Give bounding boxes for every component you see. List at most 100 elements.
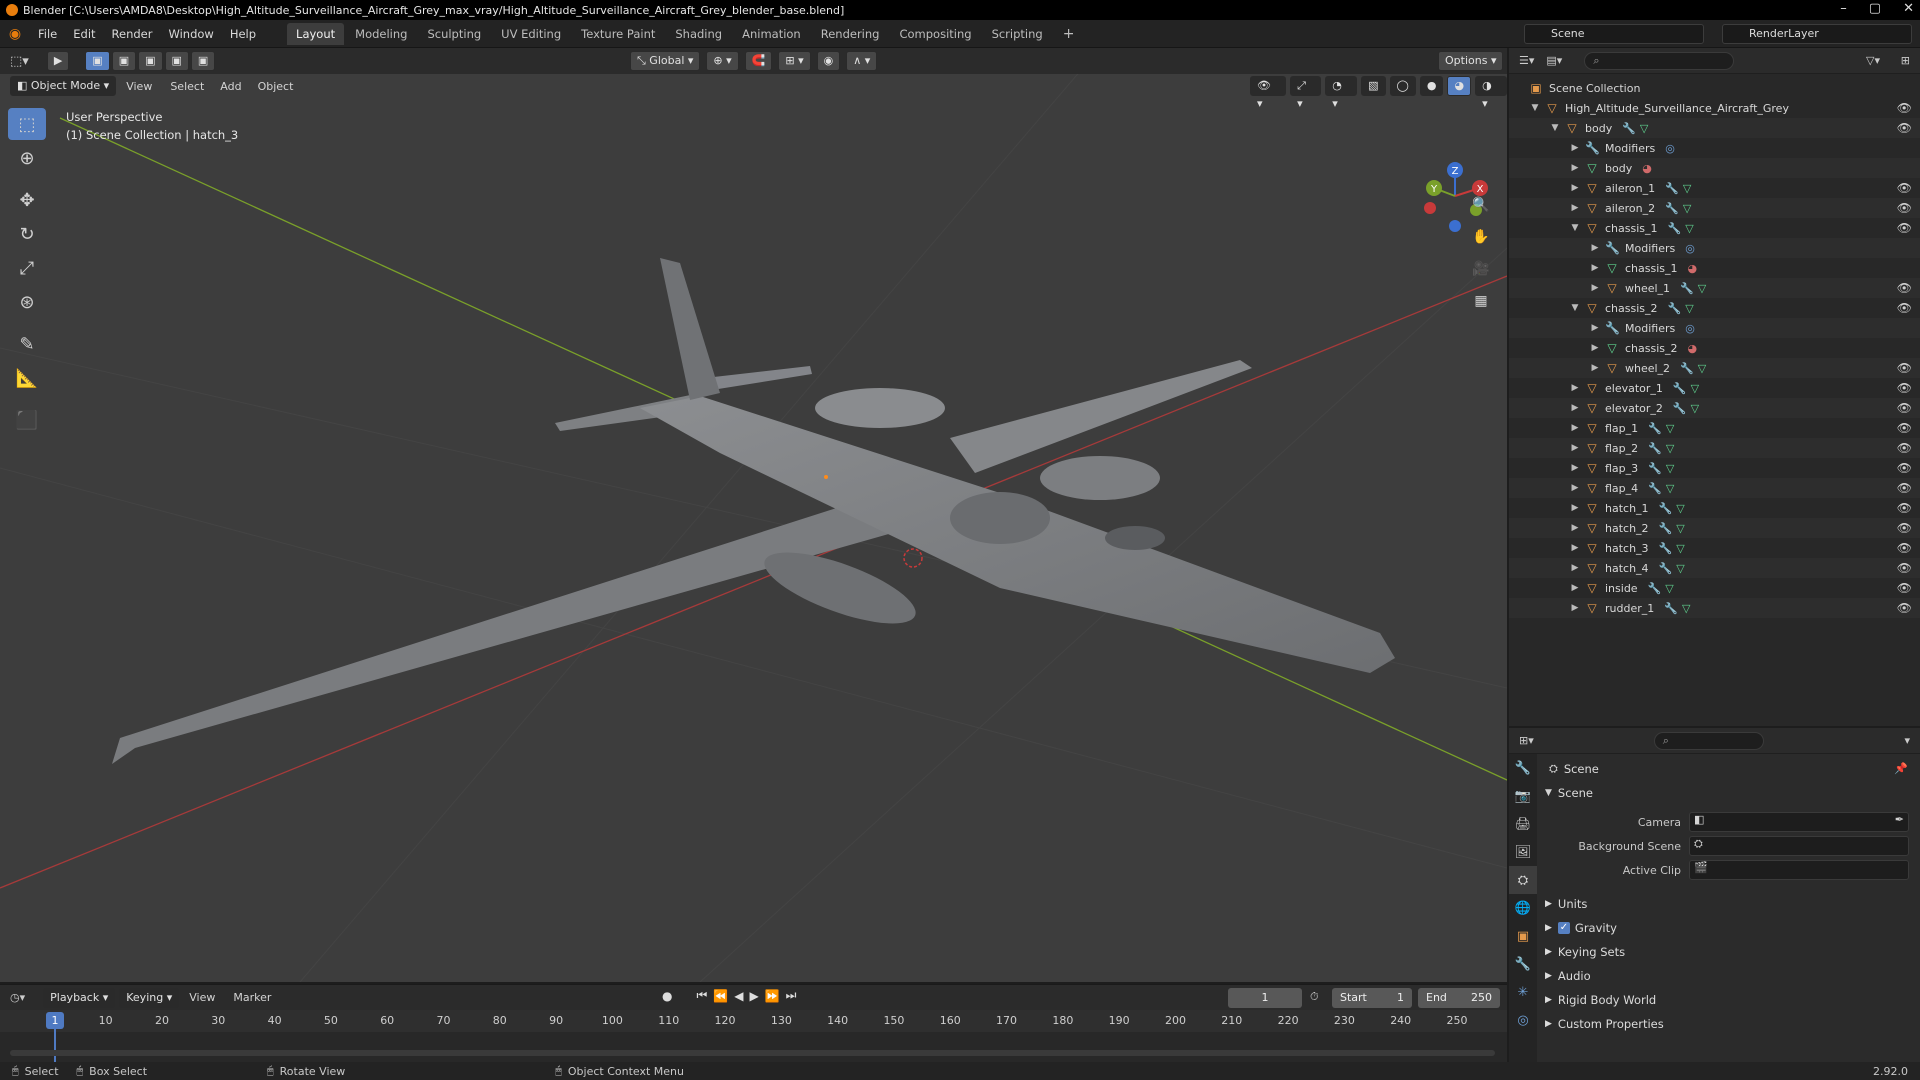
expand-icon[interactable]: ▶ [1569,483,1581,493]
expand-icon[interactable]: ▶ [1569,443,1581,453]
visibility-dropdown[interactable]: 👁 ▾ [1250,76,1287,110]
timeline-menu-view[interactable]: View [179,991,225,1004]
pivot-point-dropdown[interactable]: ⊕ ▾ [706,51,739,71]
move-tool-icon[interactable]: ✥ [8,184,46,216]
modifier-icon[interactable]: 🔧 [1680,362,1694,375]
select-intersect-icon[interactable]: ▣ [190,51,216,71]
scene-selector[interactable]: Scene [1524,24,1704,44]
visibility-eye-icon[interactable]: 👁 [1897,221,1912,235]
measure-tool-icon[interactable]: 📐 [8,362,46,394]
outliner-item[interactable]: ▼ ▽ chassis_2 🔧 ▽ 👁 [1509,298,1920,318]
visibility-eye-icon[interactable]: 👁 [1897,121,1912,135]
shading-solid-icon[interactable]: ● [1419,76,1444,96]
visibility-eye-icon[interactable]: 👁 [1897,421,1912,435]
proportional-falloff-dropdown[interactable]: ∧ ▾ [846,51,878,71]
modifier-icon[interactable]: 🔧 [1665,182,1679,195]
expand-icon[interactable]: ▶ [1569,563,1581,573]
visibility-eye-icon[interactable]: 👁 [1897,401,1912,415]
proportional-edit-toggle[interactable]: ◉ [816,51,841,71]
render-layer-field[interactable]: RenderLayer [1722,24,1912,44]
modifier-icon[interactable]: 🔧 [1665,202,1679,215]
snap-target-dropdown[interactable]: ⊞ ▾ [778,51,811,71]
timeline-menu-marker[interactable]: Marker [225,991,279,1004]
visibility-eye-icon[interactable]: 👁 [1897,581,1912,595]
panel-audio[interactable]: ▶ Audio [1545,964,1664,988]
mesh-data-icon[interactable]: ▽ [1676,562,1684,575]
menu-render[interactable]: Render [104,27,161,41]
gravity-checkbox[interactable]: ✓ [1557,922,1570,934]
end-frame-field[interactable]: End 250 [1418,988,1500,1008]
modifier-icon[interactable]: 🔧 [1648,462,1662,475]
keying-dropdown[interactable]: Keying ▾ [119,987,180,1008]
modifier-icon[interactable]: 🔧 [1659,542,1673,555]
visibility-eye-icon[interactable]: 👁 [1897,181,1912,195]
modifier-stack-icon[interactable]: ◎ [1685,322,1695,335]
modifier-icon[interactable]: 🔧 [1659,562,1673,575]
close-icon[interactable]: ✕ [1903,1,1914,16]
visibility-eye-icon[interactable]: 👁 [1897,441,1912,455]
mesh-data-icon[interactable]: ▽ [1685,222,1693,235]
record-icon[interactable]: ● [662,989,672,1003]
render-layer-selector[interactable]: RenderLayer [1722,24,1912,44]
outliner-item[interactable]: ▶ ▽ chassis_2 ◕ [1509,338,1920,358]
mesh-data-icon[interactable]: ▽ [1682,602,1690,615]
outliner-item[interactable]: ▶ ▽ elevator_2 🔧 ▽ 👁 [1509,398,1920,418]
tab-animation[interactable]: Animation [733,23,810,45]
snap-toggle[interactable]: 🧲 [744,51,773,71]
expand-icon[interactable]: ▶ [1589,343,1601,353]
outliner-item[interactable]: ▶ ▽ wheel_2 🔧 ▽ 👁 [1509,358,1920,378]
panel-units[interactable]: ▶ Units [1545,892,1664,916]
scene-tab-icon[interactable]: ⛭ [1509,866,1537,894]
modifier-tab-icon[interactable]: 🔧 [1509,950,1537,978]
outliner-root[interactable]: ▣ Scene Collection [1509,78,1920,98]
visibility-eye-icon[interactable]: 👁 [1897,281,1912,295]
cursor-tool-icon[interactable]: ⊕ [8,142,46,174]
collapse-icon[interactable]: ▼ [1529,103,1541,113]
visibility-eye-icon[interactable]: 👁 [1897,101,1912,115]
expand-icon[interactable]: ▶ [1569,143,1581,153]
modifier-icon[interactable]: 🔧 [1648,422,1662,435]
overlay-toggle[interactable]: ◔ ▾ [1325,76,1358,110]
mesh-data-icon[interactable]: ▽ [1683,182,1691,195]
play-reverse-icon[interactable]: ◀ [734,989,743,1003]
playback-dropdown[interactable]: Playback ▾ [43,987,116,1008]
mesh-data-icon[interactable]: ▽ [1666,442,1674,455]
timeline-scrollbar[interactable] [10,1050,1495,1056]
material-icon[interactable]: ◕ [1642,162,1652,175]
visibility-eye-icon[interactable]: 👁 [1897,301,1912,315]
outliner-item[interactable]: ▶ ▽ aileron_1 🔧 ▽ 👁 [1509,178,1920,198]
panel-keying-sets[interactable]: ▶ Keying Sets [1545,940,1664,964]
modifier-icon[interactable]: 🔧 [1659,502,1673,515]
panel-gravity[interactable]: ▶ ✓ Gravity [1545,916,1664,940]
tab-rendering[interactable]: Rendering [812,23,889,45]
properties-search-input[interactable]: ⌕ [1653,731,1764,750]
modifier-icon[interactable]: 🔧 [1673,402,1687,415]
modifier-icon[interactable]: 🔧 [1622,122,1636,135]
start-frame-field[interactable]: Start 1 [1332,988,1412,1008]
outliner-item[interactable]: ▶ ▽ inside 🔧 ▽ 👁 [1509,578,1920,598]
outliner-item[interactable]: ▶ 🔧 Modifiers ◎ [1509,138,1920,158]
add-workspace-icon[interactable]: + [1054,22,1084,46]
world-tab-icon[interactable]: 🌐 [1509,894,1537,922]
jump-end-icon[interactable]: ⏭ [786,988,797,1003]
expand-icon[interactable]: ▶ [1569,183,1581,193]
outliner-item[interactable]: ▶ ▽ flap_3 🔧 ▽ 👁 [1509,458,1920,478]
mesh-data-icon[interactable]: ▽ [1683,202,1691,215]
physics-tab-icon[interactable]: ◎ [1509,1006,1537,1034]
select-box-tool-icon[interactable]: ⬚ [8,108,46,140]
filter-icon[interactable]: ▽▾ [1866,54,1880,67]
expand-icon[interactable]: ▶ [1589,323,1601,333]
xray-toggle[interactable]: ▧ [1361,76,1386,96]
object-mode-dropdown[interactable]: ◧ Object Mode ▾ [10,76,117,96]
modifier-stack-icon[interactable]: ◎ [1685,242,1695,255]
rotate-tool-icon[interactable]: ↻ [8,218,46,250]
menu-add[interactable]: Add [212,80,249,93]
menu-view[interactable]: View [116,80,162,93]
modifier-icon[interactable]: 🔧 [1648,442,1662,455]
tab-shading[interactable]: Shading [666,23,731,45]
menu-file[interactable]: File [30,27,65,41]
outliner-item[interactable]: ▶ ▽ chassis_1 ◕ [1509,258,1920,278]
properties-editor-icon[interactable]: ⊞▾ [1519,734,1534,747]
visibility-eye-icon[interactable]: 👁 [1897,361,1912,375]
next-keyframe-icon[interactable]: ⏩ [765,989,780,1003]
